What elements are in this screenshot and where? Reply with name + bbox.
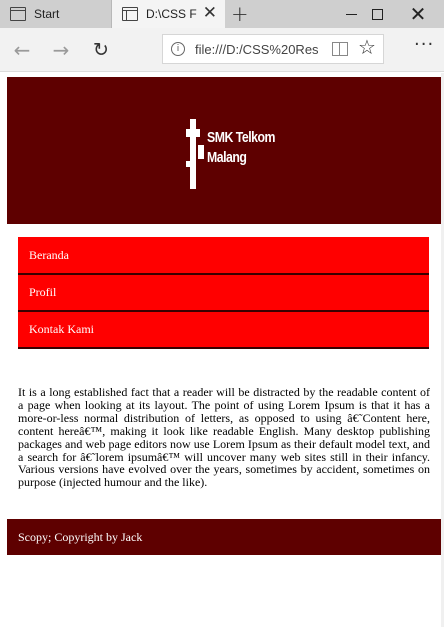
- address-bar[interactable]: i file:///D:/CSS%20Res: [162, 34, 384, 64]
- menu-item-profil[interactable]: Profil: [18, 275, 429, 312]
- logo-text: SMK Telkom Malang: [207, 128, 275, 168]
- refresh-icon[interactable]: ↻: [86, 36, 116, 64]
- logo-line-1: SMK Telkom: [207, 129, 275, 146]
- address-text[interactable]: file:///D:/CSS%20Res: [195, 42, 323, 57]
- site-footer: Scopy; Copyright by Jack: [7, 519, 441, 555]
- close-window-button[interactable]: ✕: [398, 0, 438, 28]
- menu-item-beranda[interactable]: Beranda: [18, 237, 429, 275]
- plus-icon[interactable]: +: [231, 2, 249, 26]
- logo-line-2: Malang: [207, 149, 247, 166]
- maximize-button[interactable]: [357, 0, 397, 28]
- main-menu: Beranda Profil Kontak Kami: [18, 237, 429, 349]
- tab-label: D:\CSS F: [146, 7, 197, 21]
- page-viewport: SMK Telkom Malang Beranda Profil Kontak …: [0, 73, 444, 627]
- article-text: It is a long established fact that a rea…: [18, 385, 430, 490]
- menu-item-kontak-kami[interactable]: Kontak Kami: [18, 312, 429, 349]
- forward-arrow-icon[interactable]: →: [46, 36, 76, 64]
- favorite-star-icon[interactable]: ☆: [358, 35, 376, 59]
- more-icon[interactable]: ···: [414, 34, 434, 55]
- tab-label: Start: [34, 7, 60, 21]
- site-header: SMK Telkom Malang: [7, 77, 441, 224]
- reading-view-icon[interactable]: [332, 42, 348, 56]
- logo-mark-icon: [186, 119, 204, 189]
- maximize-icon: [371, 8, 383, 20]
- tab-start[interactable]: Start: [0, 0, 112, 28]
- info-icon[interactable]: i: [171, 42, 185, 56]
- close-tab-icon[interactable]: ✕: [203, 4, 217, 22]
- tab-bar: Start D:\CSS F ✕ + ✕: [0, 0, 444, 28]
- minimize-icon: [345, 13, 357, 15]
- school-logo: SMK Telkom Malang: [186, 117, 275, 193]
- browser-toolbar: ← → ↻ i file:///D:/CSS%20Res: [0, 28, 444, 72]
- back-arrow-icon[interactable]: ←: [7, 36, 37, 64]
- tab-current[interactable]: D:\CSS F ✕: [112, 0, 225, 28]
- page-icon: [10, 7, 26, 21]
- page-icon: [122, 7, 138, 21]
